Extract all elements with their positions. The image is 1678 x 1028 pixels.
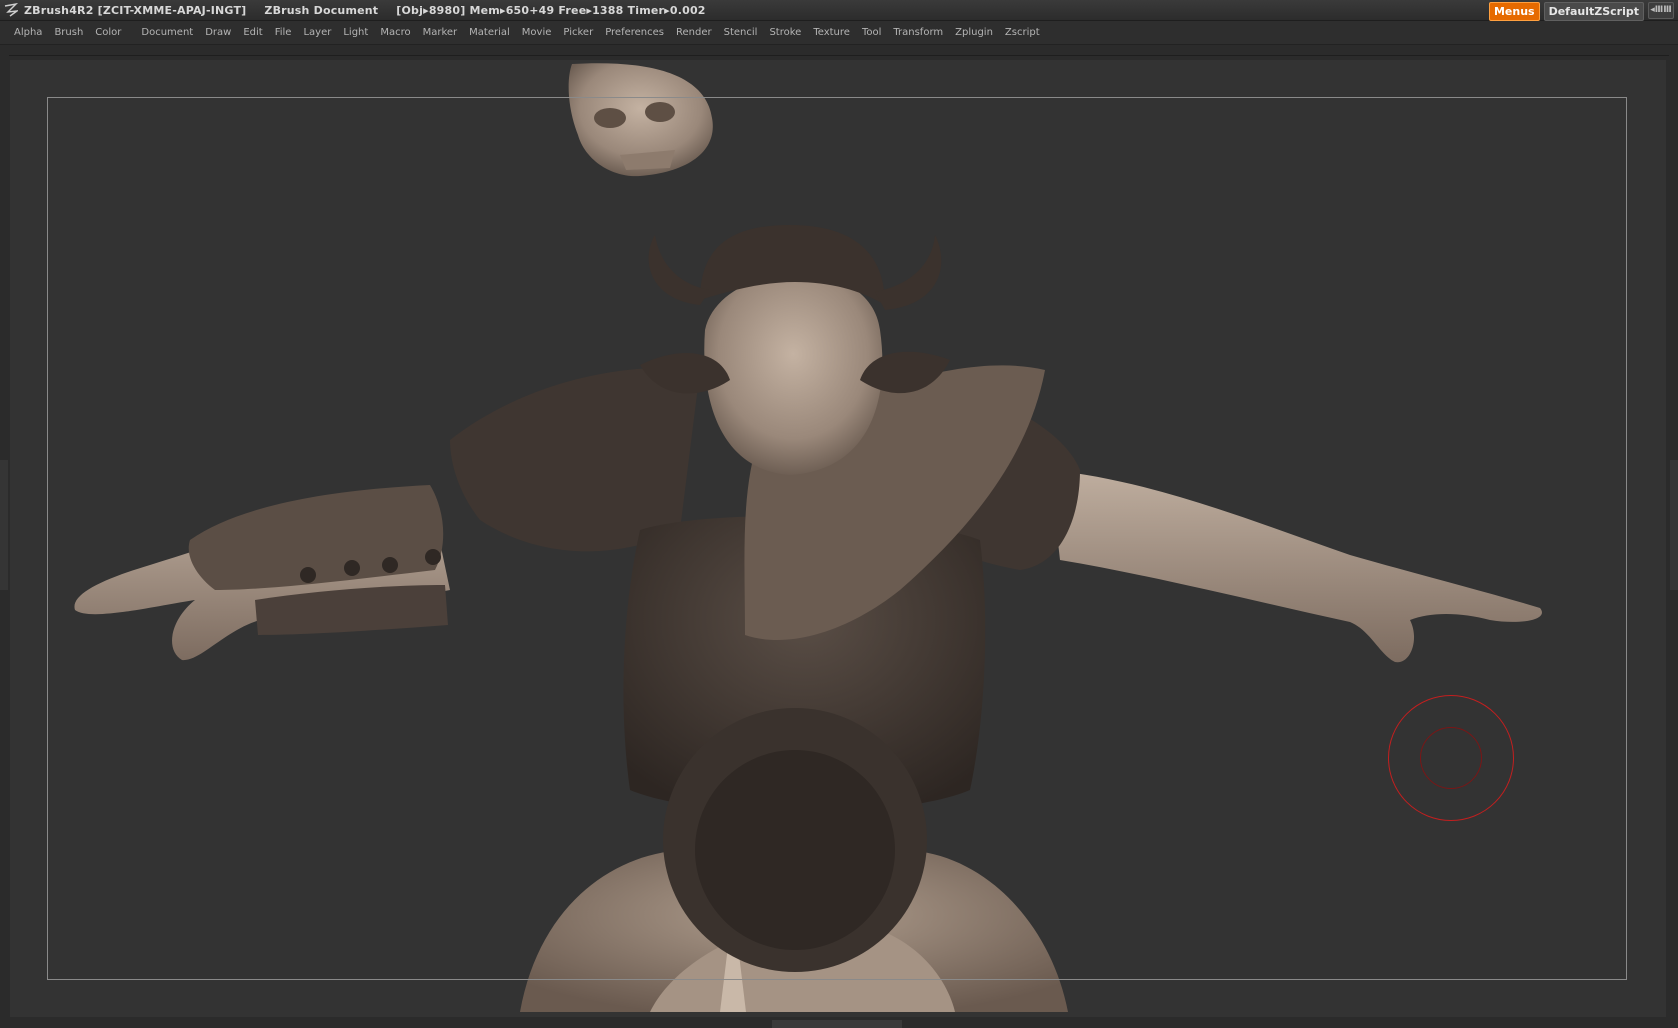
right-tray-handle[interactable] — [1670, 460, 1678, 590]
left-tray-handle[interactable] — [0, 460, 8, 590]
brush-cursor-inner — [1420, 727, 1482, 789]
document-frame — [47, 97, 1627, 980]
bottom-tray-handle[interactable] — [772, 1020, 902, 1028]
